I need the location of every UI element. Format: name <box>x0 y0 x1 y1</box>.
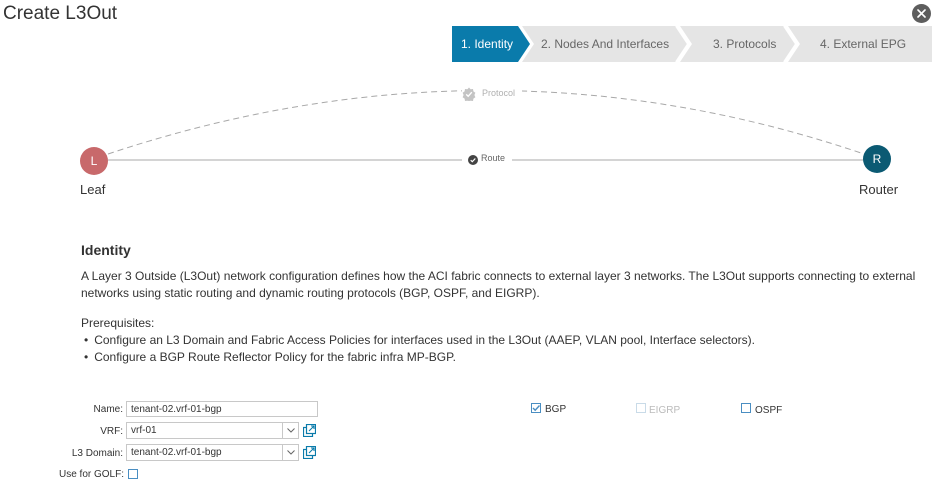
checkmark-icon <box>532 405 541 412</box>
step-label: 2. Nodes And Interfaces <box>541 37 670 51</box>
leaf-label: Leaf <box>80 182 106 197</box>
external-link-icon[interactable] <box>303 446 316 459</box>
golf-checkbox[interactable] <box>128 469 138 479</box>
wizard-steps: 1. Identity 2. Nodes And Interfaces 3. P… <box>452 26 932 62</box>
name-input[interactable] <box>126 401 318 417</box>
list-item: Configure a BGP Route Reflector Policy f… <box>81 349 755 366</box>
close-icon <box>917 9 926 18</box>
list-item: Configure an L3 Domain and Fabric Access… <box>81 332 755 349</box>
step-external-epg[interactable]: 4. External EPG <box>788 26 932 62</box>
topology-lines <box>107 84 865 168</box>
close-button[interactable] <box>912 4 931 23</box>
eigrp-checkbox[interactable] <box>636 403 646 413</box>
bgp-checkbox[interactable] <box>531 403 541 413</box>
chevron-down-icon <box>282 423 298 438</box>
route-label: Route <box>481 153 506 163</box>
leaf-node[interactable]: L <box>80 147 108 175</box>
l3-domain-label: L3 Domain: <box>71 448 123 459</box>
step-nodes-and-interfaces[interactable]: 2. Nodes And Interfaces <box>522 26 688 62</box>
router-node[interactable]: R <box>863 145 891 173</box>
eigrp-label: EIGRP <box>649 405 681 416</box>
name-label: Name: <box>93 404 123 415</box>
identity-heading: Identity <box>81 242 131 258</box>
external-link-icon[interactable] <box>303 424 316 437</box>
chevron-down-icon <box>282 445 298 460</box>
bgp-label: BGP <box>545 404 567 415</box>
vrf-label: VRF: <box>100 426 123 437</box>
golf-label: Use for GOLF: <box>58 469 124 480</box>
step-label: 4. External EPG <box>820 37 907 51</box>
topology-diagram: Protocol Route L Leaf R Router <box>0 62 937 212</box>
l3-domain-select[interactable]: tenant-02.vrf-01-bgp <box>126 444 299 461</box>
protocol-label: Protocol <box>482 88 516 98</box>
check-circle-icon <box>468 155 478 165</box>
prerequisites-title: Prerequisites: <box>81 316 155 330</box>
step-label: 1. Identity <box>461 37 514 51</box>
step-identity[interactable]: 1. Identity <box>452 26 530 62</box>
shield-check-icon <box>462 87 476 101</box>
prerequisites-list: Configure an L3 Domain and Fabric Access… <box>81 332 755 366</box>
step-protocols[interactable]: 3. Protocols <box>680 26 796 62</box>
identity-description: A Layer 3 Outside (L3Out) network config… <box>81 269 916 300</box>
router-label: Router <box>859 182 899 197</box>
step-label: 3. Protocols <box>713 37 777 51</box>
dialog-title: Create L3Out <box>3 3 118 24</box>
ospf-checkbox[interactable] <box>741 403 751 413</box>
vrf-select[interactable]: vrf-01 <box>126 422 299 439</box>
ospf-label: OSPF <box>755 405 783 416</box>
